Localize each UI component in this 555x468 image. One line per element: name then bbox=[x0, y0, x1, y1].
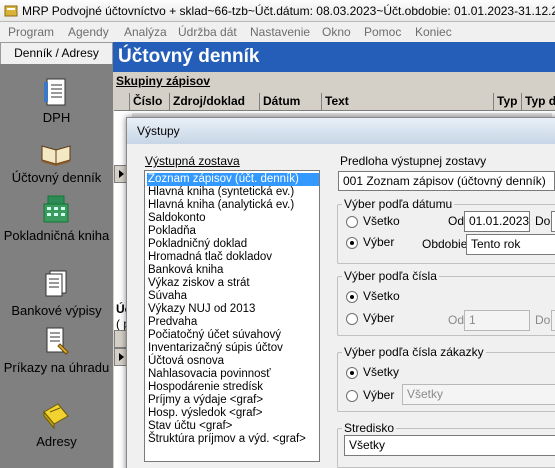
left-nav-panel: DPH Účtovný denník Pokladničná kniha Ban… bbox=[0, 64, 113, 468]
section-label-text: Skupiny zápisov bbox=[116, 74, 211, 88]
output-list-item[interactable]: Zoznam zápisov (účt. denník) bbox=[147, 173, 319, 186]
nav-item-uctovny-dennik[interactable]: Účtovný denník bbox=[0, 136, 113, 196]
number-select-label[interactable]: Výber bbox=[363, 311, 394, 325]
date-from-input[interactable]: 01.01.2023 bbox=[464, 211, 530, 232]
menu-agendy[interactable]: Agendy bbox=[68, 25, 109, 39]
app-icon bbox=[4, 5, 18, 17]
number-all-label[interactable]: Všetko bbox=[363, 289, 400, 303]
dialog-titlebar[interactable] bbox=[127, 118, 555, 144]
menu-koniec[interactable]: Koniec bbox=[415, 25, 452, 39]
dialog-title: Výstupy bbox=[137, 124, 180, 138]
template-select[interactable]: 001 Zoznam zápisov (účtovný denník) bbox=[338, 171, 555, 191]
output-list-item[interactable]: Inventarizačný súpis účtov bbox=[147, 342, 319, 355]
menu-okno[interactable]: Okno bbox=[322, 25, 351, 39]
output-list-item[interactable]: Hlavná kniha (analytická ev.) bbox=[147, 199, 319, 212]
number-select-radio[interactable] bbox=[346, 313, 358, 325]
output-list-item[interactable]: Počiatočný účet súvahový bbox=[147, 329, 319, 342]
output-list-item[interactable]: Stav účtu <graf> bbox=[147, 420, 319, 433]
date-to-input[interactable] bbox=[551, 211, 555, 232]
nav-item-adresy[interactable]: Adresy bbox=[0, 400, 113, 460]
output-list-item[interactable]: Výkaz ziskov a strát bbox=[147, 277, 319, 290]
number-filter-title: Výber podľa čísla bbox=[342, 269, 439, 283]
nav-label-prikazy-na-uhradu: Príkazy na úhradu bbox=[3, 360, 110, 375]
menu-analyza[interactable]: Analýza bbox=[124, 25, 167, 39]
nav-item-bankove-vypisy[interactable]: Bankové výpisy bbox=[0, 269, 113, 329]
menu-pomoc[interactable]: Pomoc bbox=[364, 25, 401, 39]
document-icon bbox=[44, 78, 66, 106]
output-list-item[interactable]: Hromadná tlač dokladov bbox=[147, 251, 319, 264]
date-select-radio[interactable] bbox=[346, 237, 358, 249]
number-to-input[interactable] bbox=[551, 310, 555, 331]
menu-nastavenie[interactable]: Nastavenie bbox=[250, 25, 310, 39]
center-filter-title: Stredisko bbox=[342, 421, 397, 435]
output-list-item[interactable]: Účtová osnova bbox=[147, 355, 319, 368]
column-header-zdroj-doklad[interactable]: Zdroj/doklad bbox=[170, 93, 260, 111]
page-title: Účtovný denník bbox=[118, 46, 260, 67]
number-to-label: Do bbox=[535, 313, 551, 327]
nav-label-dph: DPH bbox=[42, 110, 71, 125]
order-filter-title: Výber podľa čísla zákazky bbox=[342, 345, 486, 359]
date-from-label: Od bbox=[448, 214, 465, 228]
order-select-radio[interactable] bbox=[346, 390, 358, 402]
output-list-item[interactable]: Príjmy a výdaje <graf> bbox=[147, 394, 319, 407]
center-select[interactable]: Všetky bbox=[344, 435, 555, 456]
output-list-label: Výstupná zostava bbox=[145, 154, 240, 168]
number-from-input[interactable]: 1 bbox=[464, 310, 530, 331]
order-select-input[interactable]: Všetky bbox=[402, 384, 555, 405]
tab-dennik-adresy[interactable]: Denník / Adresy bbox=[0, 42, 113, 64]
output-list-item[interactable]: Hosp. výsledok <graf> bbox=[147, 407, 319, 420]
output-list-item[interactable]: Pokladničný doklad bbox=[147, 238, 319, 251]
date-filter-title: Výber podľa dátumu bbox=[342, 197, 455, 211]
window-title: MRP Podvojné účtovníctvo + sklad~66-tzb~… bbox=[22, 4, 555, 18]
date-to-label: Do bbox=[535, 214, 551, 228]
menu-bar: Program Agendy Analýza Údržba dát Nastav… bbox=[0, 22, 555, 42]
date-all-label[interactable]: Všetko bbox=[363, 214, 400, 228]
output-list-item[interactable]: Hlavná kniha (syntetická ev.) bbox=[147, 186, 319, 199]
order-all-radio[interactable] bbox=[346, 367, 358, 379]
bank-statements-icon bbox=[45, 270, 67, 297]
output-list-item[interactable]: Predvaha bbox=[147, 316, 319, 329]
cash-register-icon bbox=[43, 195, 69, 223]
output-list-item[interactable]: Pokladňa bbox=[147, 225, 319, 238]
output-listbox[interactable]: Zoznam zápisov (účt. denník) Hlavná kniha… bbox=[144, 170, 320, 462]
order-select-label[interactable]: Výber bbox=[363, 388, 394, 402]
output-list-item[interactable]: Súvaha bbox=[147, 290, 319, 303]
grid-corner bbox=[114, 93, 130, 111]
output-list-item[interactable]: Banková kniha bbox=[147, 264, 319, 277]
payment-order-icon bbox=[46, 327, 69, 355]
column-header-text[interactable]: Text bbox=[322, 93, 494, 111]
column-header-typ[interactable]: Typ bbox=[494, 93, 522, 111]
window-titlebar: MRP Podvojné účtovníctvo + sklad~66-tzb~… bbox=[0, 0, 555, 22]
nav-item-prikazy-na-uhradu[interactable]: Príkazy na úhradu bbox=[0, 326, 113, 394]
column-header-typ-d[interactable]: Typ d bbox=[522, 93, 555, 111]
grid-header: Číslo Zdroj/doklad Dátum Text Typ Typ d bbox=[114, 93, 555, 111]
number-all-radio[interactable] bbox=[346, 291, 358, 303]
nav-label-bankove-vypisy: Bankové výpisy bbox=[11, 303, 102, 318]
output-list-label-text: Výstupná zostava bbox=[145, 154, 240, 168]
output-list-item[interactable]: Nahlasovacia povinnosť bbox=[147, 368, 319, 381]
period-select[interactable]: Tento rok bbox=[466, 234, 555, 255]
nav-label-adresy: Adresy bbox=[36, 434, 77, 449]
output-list-item[interactable]: Výkazy NUJ od 2013 bbox=[147, 303, 319, 316]
menu-program[interactable]: Program bbox=[8, 25, 54, 39]
nav-label-pokladnicna-kniha: Pokladničná kniha bbox=[3, 228, 110, 243]
number-from-label: Od bbox=[448, 313, 465, 327]
address-book-icon bbox=[43, 403, 69, 430]
section-label: Skupiny zápisov bbox=[116, 74, 210, 88]
column-header-datum[interactable]: Dátum bbox=[260, 93, 322, 111]
date-all-radio[interactable] bbox=[346, 216, 358, 228]
menu-udrzba-dat[interactable]: Údržba dát bbox=[178, 25, 237, 39]
output-list-item[interactable]: Hospodárenie stredísk bbox=[147, 381, 319, 394]
column-header-cislo[interactable]: Číslo bbox=[130, 93, 170, 111]
nav-item-dph[interactable]: DPH bbox=[0, 76, 113, 136]
nav-item-pokladnicna-kniha[interactable]: Pokladničná kniha bbox=[0, 194, 113, 262]
output-list-item[interactable]: Saldokonto bbox=[147, 212, 319, 225]
nav-label-uctovny-dennik: Účtovný denník bbox=[11, 170, 102, 185]
output-list-item[interactable]: Štruktúra príjmov a výd. <graf> bbox=[147, 433, 319, 446]
template-label: Predloha výstupnej zostavy bbox=[340, 154, 487, 168]
book-icon bbox=[41, 145, 71, 166]
order-all-label[interactable]: Všetky bbox=[363, 365, 399, 379]
period-label: Obdobie bbox=[422, 237, 468, 251]
date-select-label[interactable]: Výber bbox=[363, 235, 394, 249]
